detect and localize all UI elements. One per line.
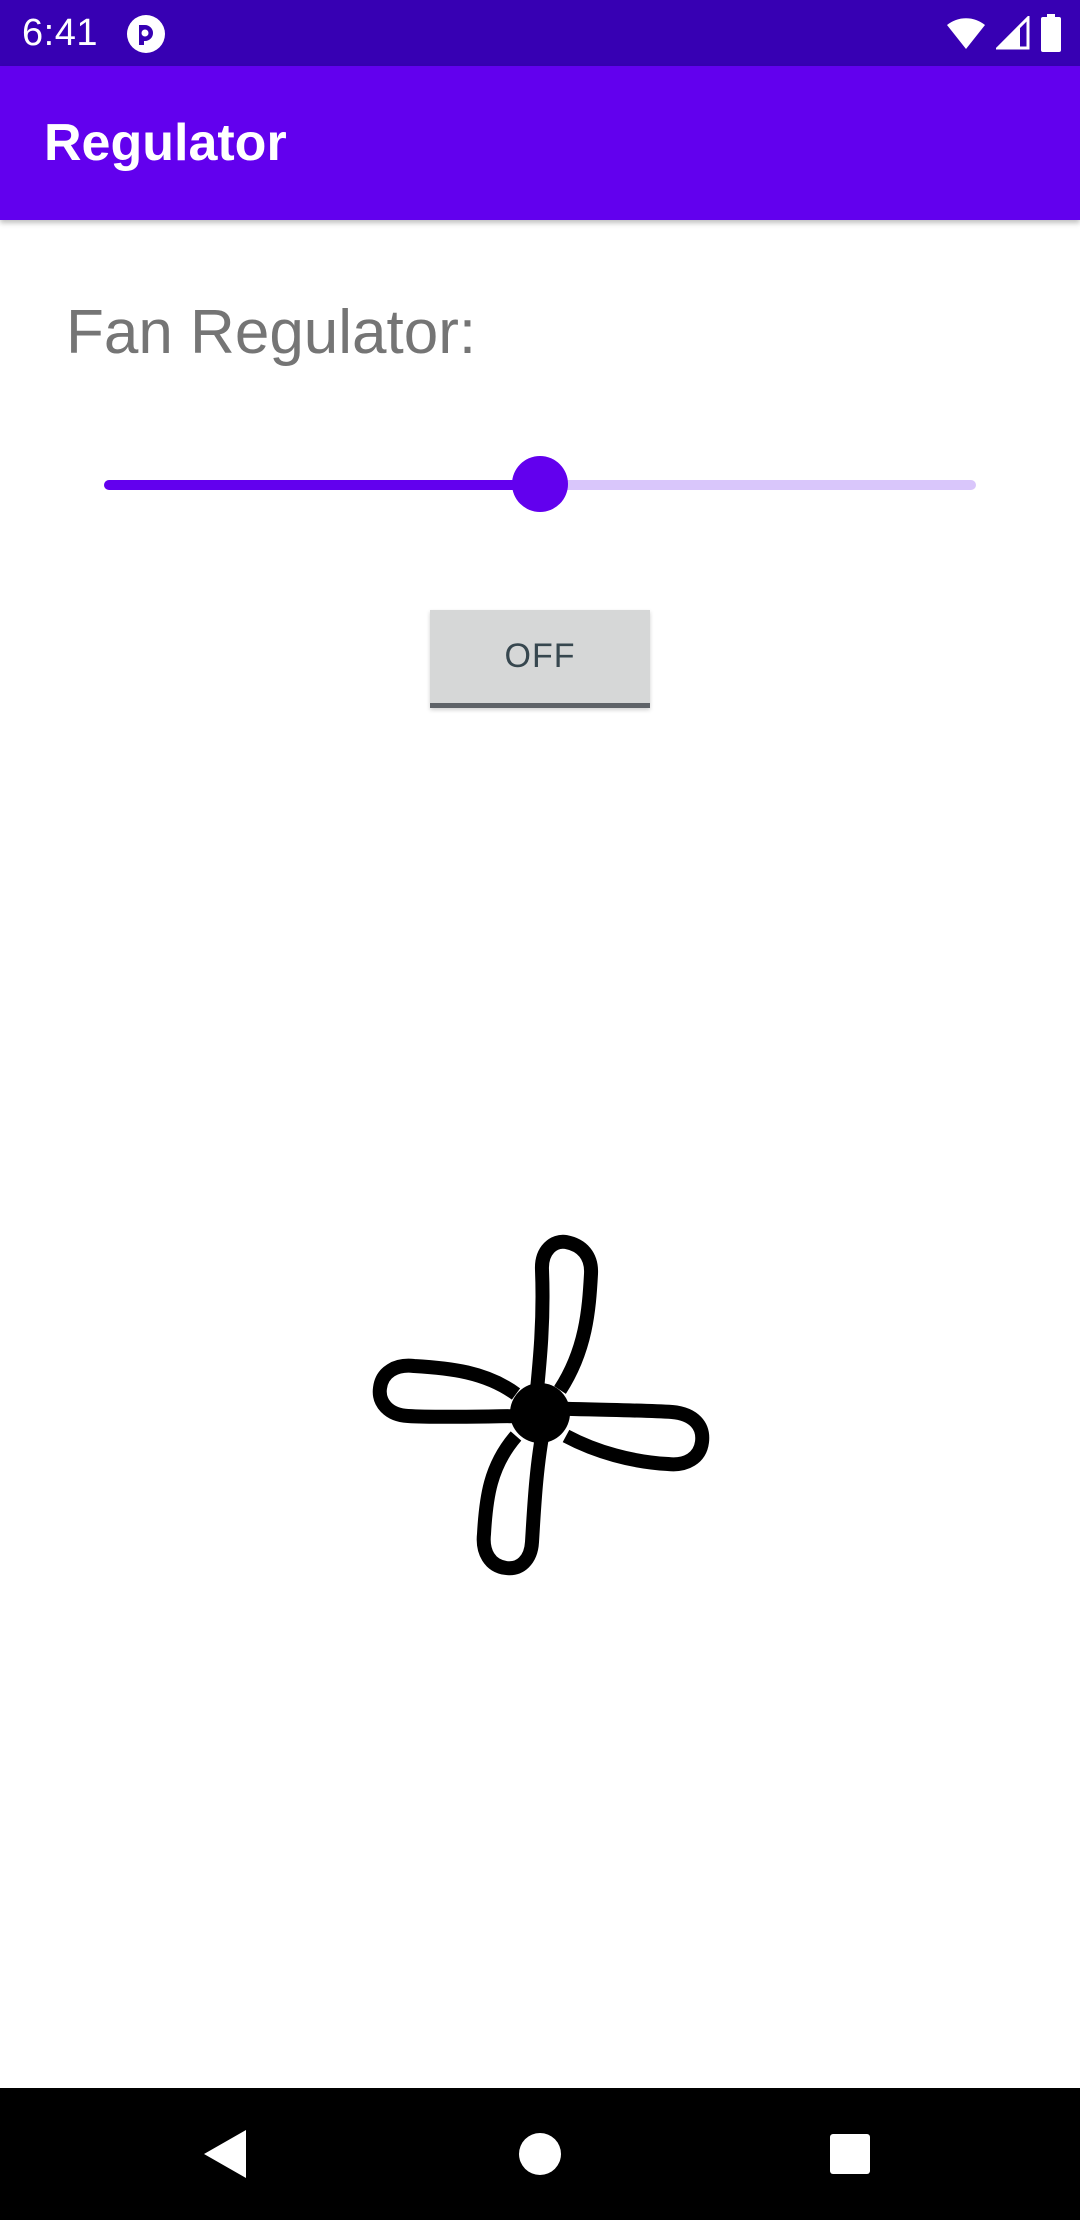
status-time: 6:41 <box>22 12 98 54</box>
slider-active-track <box>104 480 540 490</box>
fan-icon <box>372 1234 710 1576</box>
navigation-bar <box>0 2088 1080 2220</box>
slider-thumb[interactable] <box>512 456 568 512</box>
speed-slider[interactable] <box>104 456 976 512</box>
status-icons <box>946 12 1062 54</box>
screen: 6:41 Regulator Fan Regulator: OFF <box>0 0 1080 2220</box>
pocket-casts-icon <box>127 15 165 53</box>
status-bar: 6:41 <box>0 0 1080 66</box>
home-circle-icon[interactable] <box>510 2124 570 2184</box>
recents-square-icon[interactable] <box>820 2124 880 2184</box>
app-bar: Regulator <box>0 66 1080 220</box>
battery-icon <box>1041 14 1061 52</box>
fan-regulator-heading: Fan Regulator: <box>66 298 477 367</box>
wifi-icon <box>947 18 985 49</box>
cell-signal-icon <box>996 16 1030 50</box>
back-triangle-icon[interactable] <box>196 2124 256 2184</box>
app-title: Regulator <box>44 114 287 172</box>
off-toggle-button[interactable]: OFF <box>430 610 650 708</box>
